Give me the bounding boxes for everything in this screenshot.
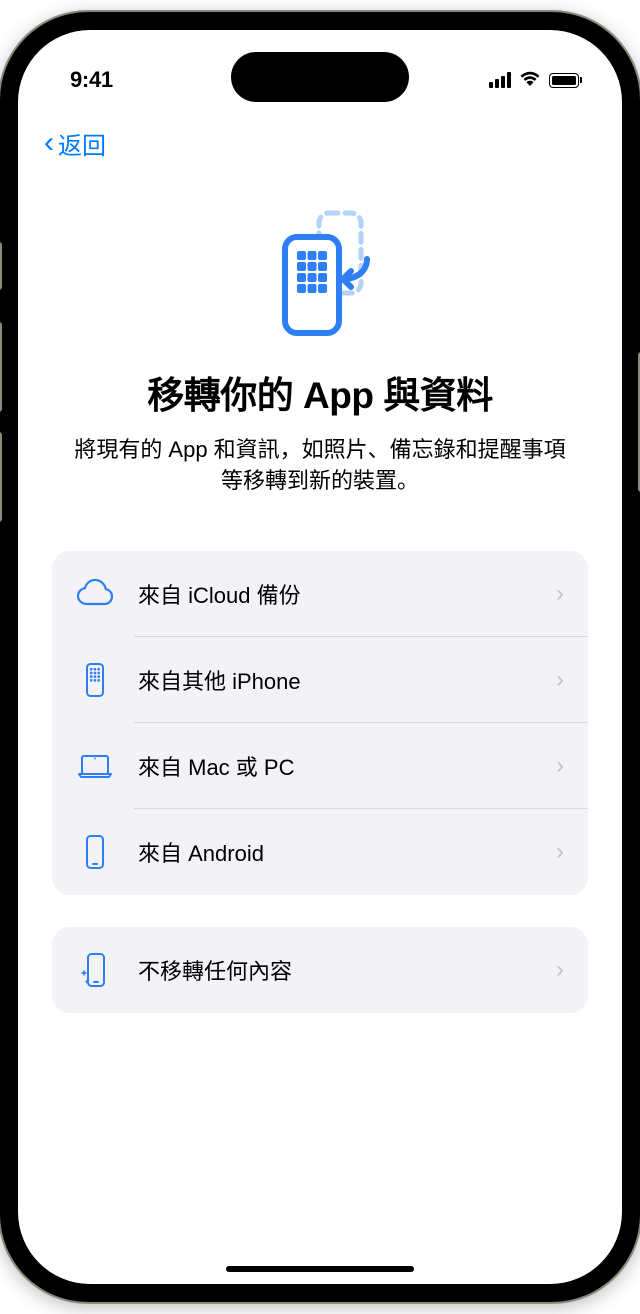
option-from-mac-or-pc[interactable]: 來自 Mac 或 PC › (52, 723, 588, 809)
phone-outline-icon (74, 831, 116, 873)
home-indicator[interactable] (226, 1266, 414, 1272)
wifi-icon (519, 70, 541, 91)
side-button (0, 242, 2, 290)
page-subtitle: 將現有的 App 和資訊，如照片、備忘錄和提醒事項等移轉到新的裝置。 (52, 435, 588, 497)
chevron-left-icon: ‹ (44, 128, 54, 158)
options-section: 來自 iCloud 備份 › (18, 497, 622, 1013)
secondary-options-list: 不移轉任何內容 › (52, 927, 588, 1013)
option-label: 來自 Android (138, 836, 534, 868)
cellular-signal-icon (489, 72, 511, 88)
option-from-android[interactable]: 來自 Android › (52, 809, 588, 895)
back-label: 返回 (58, 126, 106, 161)
cloud-icon (74, 573, 116, 615)
screen: 9:41 (18, 30, 622, 1284)
header-content: 移轉你的 App 與資料 將現有的 App 和資訊，如照片、備忘錄和提醒事項等移… (18, 167, 622, 497)
option-from-icloud-backup[interactable]: 來自 iCloud 備份 › (52, 551, 588, 637)
primary-options-list: 來自 iCloud 備份 › (52, 551, 588, 895)
nav-bar: ‹ 返回 (18, 102, 622, 167)
iphone-icon (74, 659, 116, 701)
side-button (0, 432, 2, 522)
option-label: 不移轉任何內容 (138, 954, 534, 986)
chevron-right-icon: › (556, 666, 564, 694)
status-icons (489, 70, 582, 91)
status-time: 9:41 (70, 67, 113, 93)
phone-sparkle-icon (74, 949, 116, 991)
laptop-icon (74, 745, 116, 787)
option-label: 來自 Mac 或 PC (138, 750, 534, 782)
chevron-right-icon: › (556, 956, 564, 984)
chevron-right-icon: › (556, 752, 564, 780)
page-title: 移轉你的 App 與資料 (52, 365, 588, 419)
option-label: 來自其他 iPhone (138, 664, 534, 696)
transfer-hero-icon (52, 209, 588, 337)
chevron-right-icon: › (556, 838, 564, 866)
dynamic-island (231, 52, 409, 102)
battery-icon (549, 73, 582, 88)
side-button (0, 322, 2, 412)
chevron-right-icon: › (556, 580, 564, 608)
option-label: 來自 iCloud 備份 (138, 578, 534, 610)
option-dont-transfer[interactable]: 不移轉任何內容 › (52, 927, 588, 1013)
back-button[interactable]: ‹ 返回 (40, 120, 110, 167)
option-from-another-iphone[interactable]: 來自其他 iPhone › (52, 637, 588, 723)
phone-frame: 9:41 (0, 12, 640, 1302)
